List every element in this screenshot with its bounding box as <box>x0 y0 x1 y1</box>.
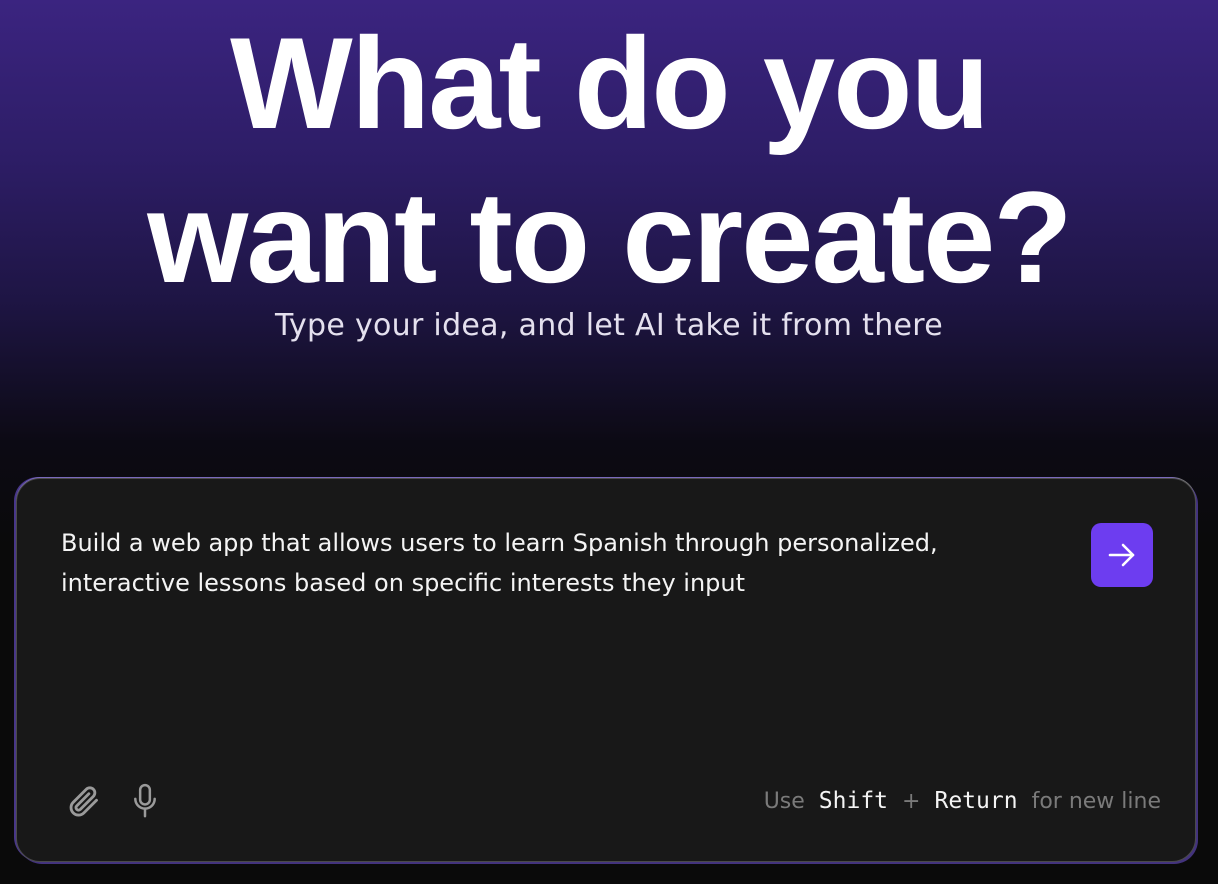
hint-plus: + <box>902 788 921 814</box>
prompt-box: Build a web app that allows users to lea… <box>16 478 1196 862</box>
headline-line-2: want to create? <box>147 164 1073 310</box>
paperclip-icon <box>69 786 98 817</box>
send-button[interactable] <box>1091 523 1153 587</box>
newline-hint: Use Shift + Return for new line <box>764 783 1161 819</box>
arrow-right-icon <box>1108 543 1135 567</box>
prompt-input[interactable]: Build a web app that allows users to lea… <box>61 523 1041 603</box>
microphone-button[interactable] <box>129 781 161 821</box>
hint-suffix: for new line <box>1031 788 1161 814</box>
hint-prefix: Use <box>763 788 805 814</box>
headline-line-1: What do you <box>230 10 990 156</box>
hint-key-shift: Shift <box>818 788 889 814</box>
attach-button[interactable] <box>63 781 103 821</box>
subtitle: Type your idea, and let AI take it from … <box>275 308 943 343</box>
hint-key-return: Return <box>934 788 1018 814</box>
microphone-icon <box>134 783 156 818</box>
